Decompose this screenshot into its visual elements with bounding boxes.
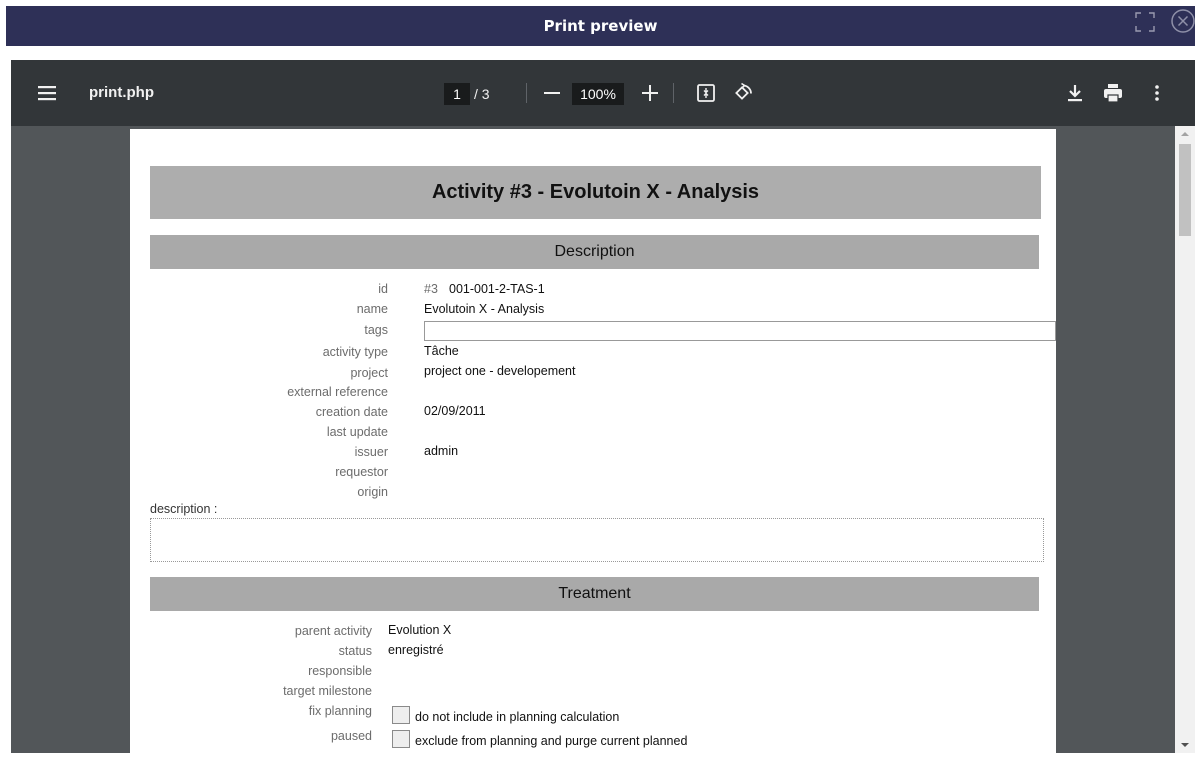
field-label-creation-date: creation date [315, 405, 388, 419]
field-label-activity-type: activity type [322, 345, 388, 359]
fit-page-icon[interactable] [694, 81, 718, 105]
section-heading-treatment: Treatment [150, 577, 1039, 611]
toolbar-divider [526, 83, 527, 103]
zoom-level-input[interactable]: 100% [572, 83, 624, 105]
field-label-paused: paused [330, 729, 372, 743]
page-total: / 3 [474, 86, 490, 102]
field-value-project: project one - developement [424, 364, 576, 378]
print-icon[interactable] [1101, 81, 1125, 105]
field-label-requestor: requestor [335, 465, 388, 479]
scrollbar-thumb[interactable] [1179, 144, 1191, 236]
fix-planning-checkbox[interactable] [392, 706, 410, 724]
field-label-external-reference: external reference [287, 385, 388, 399]
field-label-id: id [378, 282, 388, 296]
fix-planning-text: do not include in planning calculation [415, 710, 620, 724]
field-value-id: 001-001-2-TAS-1 [449, 282, 545, 296]
scroll-up-arrow-icon[interactable] [1175, 126, 1195, 142]
dialog-title: Print preview [543, 17, 658, 35]
paused-checkbox[interactable] [392, 730, 410, 748]
pdf-toolbar: print.php 1 / 3 100% [11, 60, 1195, 126]
page-number-input[interactable]: 1 [444, 83, 470, 105]
pdf-viewer: print.php 1 / 3 100% Activity #3 - Evolu… [11, 60, 1195, 753]
maximize-icon[interactable] [1134, 11, 1156, 33]
field-label-fix-planning: fix planning [308, 704, 372, 718]
document-page: Activity #3 - Evolutoin X - Analysis Des… [130, 129, 1056, 753]
section-heading-description: Description [150, 235, 1039, 269]
field-value-id-prefix: #3 [424, 282, 438, 296]
download-icon[interactable] [1063, 81, 1087, 105]
toolbar-divider [673, 83, 674, 103]
field-label-project: project [350, 366, 388, 380]
scroll-down-arrow-icon[interactable] [1175, 737, 1195, 753]
zoom-in-icon[interactable] [638, 81, 662, 105]
description-label: description : [150, 502, 218, 516]
field-value-name: Evolutoin X - Analysis [424, 302, 545, 316]
field-value-issuer: admin [424, 444, 459, 458]
field-label-origin: origin [357, 485, 388, 499]
vertical-scrollbar[interactable] [1175, 126, 1195, 753]
field-label-tags: tags [364, 323, 388, 337]
field-label-status: status [338, 644, 372, 658]
document-title: Activity #3 - Evolutoin X - Analysis [150, 166, 1041, 219]
menu-icon[interactable] [37, 83, 57, 103]
close-circle-icon[interactable] [1170, 8, 1196, 34]
rotate-icon[interactable] [731, 81, 755, 105]
field-value-parent-activity: Evolution X [388, 623, 452, 637]
field-label-name: name [356, 302, 388, 316]
field-label-issuer: issuer [354, 445, 388, 459]
tags-field [424, 321, 1056, 341]
zoom-out-icon[interactable] [540, 81, 564, 105]
more-options-icon[interactable] [1145, 81, 1169, 105]
description-box [150, 518, 1044, 562]
document-filename: print.php [89, 84, 154, 101]
dialog-title-bar: Print preview [6, 6, 1195, 46]
field-value-status: enregistré [388, 643, 444, 657]
field-label-target-milestone: target milestone [283, 684, 372, 698]
field-value-activity-type: Tâche [424, 344, 459, 358]
field-label-parent-activity: parent activity [294, 624, 372, 638]
field-label-responsible: responsible [308, 664, 372, 678]
field-value-creation-date: 02/09/2011 [424, 404, 486, 418]
field-label-last-update: last update [326, 425, 388, 439]
paused-text: exclude from planning and purge current … [415, 734, 688, 748]
